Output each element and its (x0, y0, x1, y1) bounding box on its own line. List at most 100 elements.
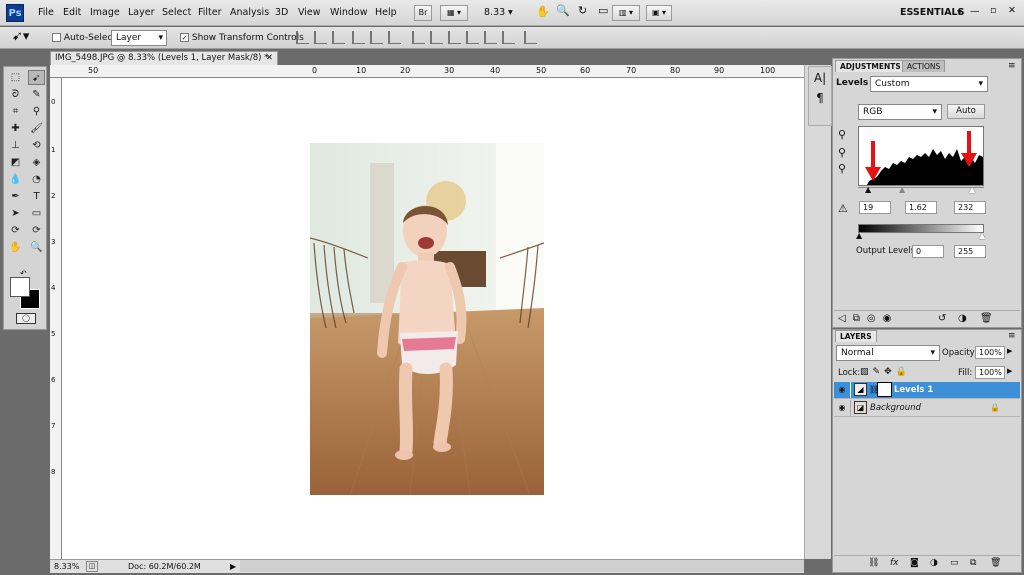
lock-pixels-icon[interactable]: ✎ (873, 367, 885, 377)
menu-3d[interactable]: 3D (275, 7, 288, 18)
status-menu-arrow[interactable]: ▶ (230, 560, 236, 573)
tab-adjustments[interactable]: ADJUSTMENTS (835, 60, 906, 72)
fill-field[interactable]: 100% (975, 366, 1005, 379)
workspace-switcher[interactable]: ESSENTIALS (900, 7, 964, 18)
close-button[interactable]: ✕ (1008, 5, 1016, 16)
paint-bucket-tool-icon[interactable]: ◈ (28, 155, 45, 170)
pen-tool-icon[interactable]: ✒ (7, 189, 24, 204)
distribute-right-icon[interactable] (502, 31, 515, 44)
delete-layer-icon[interactable]: 🗑 (990, 556, 1001, 571)
align-top-icon[interactable] (296, 31, 309, 44)
auto-select-checkbox[interactable] (52, 33, 61, 42)
blend-mode-dropdown[interactable]: Normal ▾ (836, 345, 940, 361)
reset-icon[interactable]: ◑ (958, 311, 974, 326)
align-right-icon[interactable] (388, 31, 401, 44)
menu-window[interactable]: Window (330, 7, 367, 18)
gamma-input-slider[interactable]: ▲ (899, 186, 905, 194)
lock-position-icon[interactable]: ✥ (884, 367, 896, 377)
crop-tool-icon[interactable]: ⌗ (7, 104, 24, 119)
screen-mode-button[interactable]: ▣ ▾ (646, 5, 672, 21)
layer-name[interactable]: Levels 1 (894, 382, 933, 398)
return-to-list-icon[interactable]: ◁ (838, 313, 853, 324)
menu-view[interactable]: View (298, 7, 321, 18)
output-black-field[interactable]: 0 (912, 245, 944, 258)
link-layers-icon[interactable]: ⛓ (868, 556, 879, 571)
channel-dropdown[interactable]: RGB ▾ (858, 104, 942, 120)
visibility-icon[interactable]: ◉ (883, 313, 899, 324)
preset-dropdown[interactable]: Custom ▾ (870, 76, 988, 92)
zoom-level[interactable]: 8.33 (484, 7, 505, 18)
black-point-eyedropper-icon[interactable]: ⚲ (838, 128, 846, 141)
healing-brush-tool-icon[interactable]: ✚ (7, 121, 24, 136)
opacity-arrow[interactable]: ▶ (1007, 347, 1012, 355)
input-black-field[interactable]: 19 (859, 201, 891, 214)
input-gamma-field[interactable]: 1.62 (905, 201, 937, 214)
auto-align-icon[interactable] (524, 31, 537, 44)
dodge-tool-icon[interactable]: ◔ (28, 172, 45, 187)
black-input-slider[interactable]: ▲ (865, 186, 871, 194)
blur-tool-icon[interactable]: 💧 (7, 172, 24, 187)
zoom-dropdown-arrow[interactable]: ▾ (508, 7, 513, 18)
distribute-bottom-icon[interactable] (448, 31, 461, 44)
ruler-icon[interactable]: ▭ (598, 4, 608, 17)
view-extras-button[interactable]: ▦ ▾ (440, 5, 468, 21)
foreground-color-swatch[interactable] (10, 277, 30, 297)
maximize-button[interactable]: ▫ (990, 5, 996, 16)
horizontal-scrollbar[interactable] (240, 560, 804, 572)
quick-select-tool-icon[interactable]: ✎ (28, 87, 45, 102)
menu-image[interactable]: Image (90, 7, 120, 18)
brush-tool-icon[interactable]: 🖌 (28, 121, 45, 136)
document-tab[interactable]: IMG_5498.JPG @ 8.33% (Levels 1, Layer Ma… (50, 51, 278, 65)
eye-icon[interactable]: ◉ (836, 402, 848, 414)
zoom-icon[interactable]: 🔍 (556, 4, 570, 17)
menu-filter[interactable]: Filter (198, 7, 222, 18)
layer-row-background[interactable]: ◉ ◪ Background 🔒 (834, 400, 1020, 417)
white-input-slider[interactable]: ▲ (969, 186, 975, 194)
layer-name[interactable]: Background (870, 400, 921, 416)
menu-help[interactable]: Help (375, 7, 397, 18)
white-output-slider[interactable]: ▲ (979, 232, 985, 240)
move-tool-icon[interactable]: ➹▾ (12, 29, 29, 44)
input-white-field[interactable]: 232 (954, 201, 986, 214)
clip-to-layer-icon[interactable]: ◎ (867, 313, 883, 324)
bridge-button[interactable]: Br (414, 5, 432, 21)
status-zoom[interactable]: 8.33% (54, 560, 79, 573)
zoom-tool-icon[interactable]: 🔍 (28, 240, 45, 255)
new-adjustment-icon[interactable]: ◑ (930, 556, 938, 571)
layer-mask-thumbnail[interactable] (877, 382, 892, 397)
tab-actions[interactable]: ACTIONS (902, 60, 946, 72)
view-previous-icon[interactable]: ↺ (938, 311, 953, 326)
auto-button[interactable]: Auto (947, 104, 985, 119)
layer-style-icon[interactable]: fx (890, 556, 899, 571)
layer-row-levels[interactable]: ◉ ◢ ⛓ Levels 1 (834, 382, 1020, 399)
menu-analysis[interactable]: Analysis (230, 7, 269, 18)
lock-transparency-icon[interactable]: ▨ (860, 367, 873, 377)
clone-stamp-tool-icon[interactable]: ⊥ (7, 138, 24, 153)
trash-icon[interactable]: 🗑 (980, 311, 1000, 326)
show-transform-checkbox[interactable]: ✓ (180, 33, 189, 42)
marquee-tool-icon[interactable]: ⬚ (7, 70, 24, 85)
character-panel-icon[interactable]: A| (809, 71, 831, 85)
minimize-button[interactable]: — (970, 6, 980, 17)
distribute-top-icon[interactable] (412, 31, 425, 44)
output-white-field[interactable]: 255 (954, 245, 986, 258)
3d-rotate-tool-icon[interactable]: ⟳ (7, 223, 24, 238)
distribute-hcenter-icon[interactable] (484, 31, 497, 44)
eyedropper-tool-icon[interactable]: ⚲ (28, 104, 45, 119)
new-layer-icon[interactable]: ⧉ (970, 556, 976, 571)
white-point-eyedropper-icon[interactable]: ⚲ (838, 162, 846, 175)
menu-layer[interactable]: Layer (128, 7, 155, 18)
type-tool-icon[interactable]: T (28, 189, 45, 204)
expand-view-icon[interactable]: ⧉ (853, 313, 867, 324)
show-transform-control[interactable]: ✓ Show Transform Controls (180, 33, 304, 43)
panel-menu-icon[interactable]: ≡ (1008, 61, 1016, 71)
path-select-tool-icon[interactable]: ➤ (7, 206, 24, 221)
quick-mask-icon[interactable]: ◯ (16, 313, 36, 324)
move-tool-icon[interactable]: ➹ (28, 70, 45, 85)
3d-orbit-tool-icon[interactable]: ⟳ (28, 223, 45, 238)
fill-arrow[interactable]: ▶ (1007, 367, 1012, 375)
eye-icon[interactable]: ◉ (836, 384, 848, 396)
gray-point-eyedropper-icon[interactable]: ⚲ (838, 146, 846, 159)
layers-panel-menu-icon[interactable]: ≡ (1008, 331, 1016, 341)
distribute-left-icon[interactable] (466, 31, 479, 44)
